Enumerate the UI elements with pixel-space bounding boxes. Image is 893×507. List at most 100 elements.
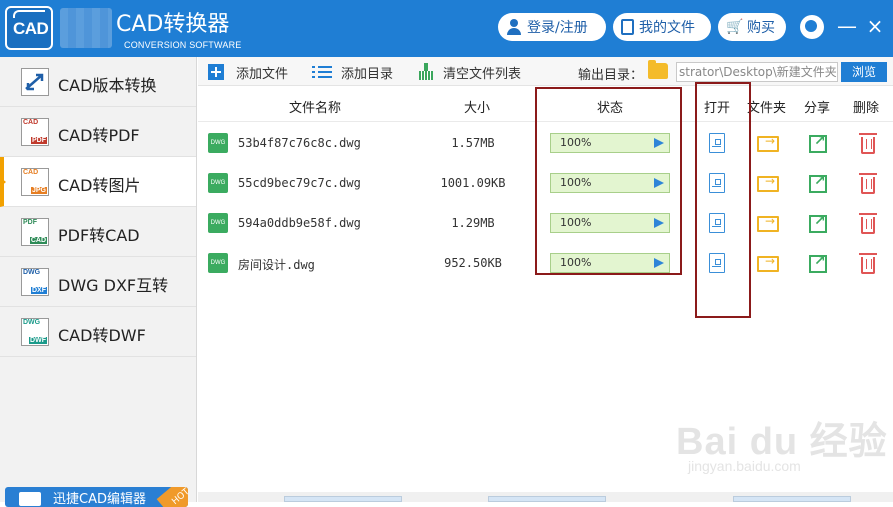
file-size: 1.29MB (451, 216, 495, 230)
promo-text: 迅捷CAD编辑器 (53, 492, 146, 507)
bottom-settings-bar (198, 492, 893, 502)
app-title: CAD转换器 (116, 12, 230, 37)
output-dir-label: 输出目录： (578, 68, 644, 83)
dwg-file-icon: DWG (208, 173, 228, 193)
cart-icon: 🛒 (726, 19, 744, 35)
icon-top-text: CAD (23, 119, 39, 126)
add-directory-label: 添加目录 (341, 66, 394, 82)
open-highlight-box (695, 82, 751, 318)
column-share: 分享 (804, 101, 831, 116)
toolbar: 添加文件 添加目录 清空文件列表 输出目录： strator\Desktop\新… (198, 57, 893, 86)
open-folder-icon[interactable] (757, 174, 779, 192)
sidebar-item-cad-version[interactable]: CAD版本转换 (0, 57, 196, 107)
watermark-main: Bai du 经验 (676, 421, 888, 463)
file-name: 55cd9bec79c7c.dwg (238, 176, 361, 190)
blurred-logo-area (60, 8, 112, 48)
sidebar-item-label: PDF转CAD (58, 226, 140, 245)
pdf-to-cad-icon: PDF CAD (21, 218, 49, 246)
share-icon[interactable] (809, 213, 827, 233)
clear-list-button[interactable]: 清空文件列表 (418, 62, 521, 82)
language-globe-icon[interactable] (800, 15, 824, 39)
add-file-button[interactable]: 添加文件 (208, 62, 288, 82)
status-highlight-box (535, 87, 682, 275)
cad-to-pdf-icon: CAD PDF (21, 118, 49, 146)
file-size: 1001.09KB (440, 176, 506, 190)
column-size: 大小 (464, 101, 491, 116)
column-folder: 文件夹 (747, 101, 787, 116)
open-folder-icon[interactable] (757, 214, 779, 232)
cad-to-dwf-icon: DWG DWF (21, 318, 49, 346)
share-icon[interactable] (809, 173, 827, 193)
broom-icon (418, 63, 434, 81)
column-delete: 删除 (853, 101, 880, 116)
dwg-dxf-icon: DWG DXF (21, 268, 49, 296)
file-name: 房间设计.dwg (238, 258, 315, 272)
buy-label: 购买 (747, 20, 775, 36)
baidu-watermark: Bai du 经验 jingyan.baidu.com (676, 410, 888, 474)
user-icon (506, 19, 522, 35)
title-bar: CAD CAD转换器 CONVERSION SOFTWARE 登录/注册 我的文… (0, 0, 893, 57)
sidebar-item-cad-to-pdf[interactable]: CAD PDF CAD转PDF (0, 107, 196, 157)
share-icon[interactable] (809, 253, 827, 273)
hot-badge: HOT (156, 487, 188, 507)
icon-bottom-text: CAD (29, 237, 47, 244)
login-button[interactable]: 登录/注册 (498, 13, 606, 41)
close-button[interactable]: × (864, 12, 886, 40)
file-size: 952.50KB (444, 256, 502, 270)
app-subtitle: CONVERSION SOFTWARE (124, 40, 242, 50)
sidebar: CAD版本转换 CAD PDF CAD转PDF CAD JPG CAD转图片 P… (0, 57, 197, 507)
clear-list-label: 清空文件列表 (443, 66, 522, 82)
logo-arrow-icon (13, 10, 45, 18)
delete-icon[interactable] (859, 253, 877, 274)
file-name: 53b4f87c76c8c.dwg (238, 136, 361, 150)
share-icon[interactable] (809, 133, 827, 153)
cad-version-icon (21, 68, 49, 96)
sidebar-item-cad-to-image[interactable]: CAD JPG CAD转图片 (0, 157, 196, 207)
file-name: 594a0ddb9e58f.dwg (238, 216, 361, 230)
buy-button[interactable]: 🛒 购买 (718, 13, 786, 41)
browse-button[interactable]: 浏览 (841, 62, 887, 82)
icon-bottom-text: JPG (30, 187, 47, 194)
open-folder-icon[interactable] (757, 134, 779, 152)
sidebar-item-cad-to-dwf[interactable]: DWG DWF CAD转DWF (0, 307, 196, 357)
icon-bottom-text: PDF (31, 137, 47, 144)
output-path-field[interactable]: strator\Desktop\新建文件夹 (676, 62, 838, 82)
delete-icon[interactable] (859, 133, 877, 154)
sidebar-item-pdf-to-cad[interactable]: PDF CAD PDF转CAD (0, 207, 196, 257)
icon-bottom-text: DWF (29, 337, 47, 344)
setting-dropdown[interactable] (488, 496, 606, 502)
list-icon (312, 65, 332, 79)
icon-top-text: DWG (23, 319, 41, 326)
dwg-file-icon: DWG (208, 213, 228, 233)
monitor-icon (19, 492, 41, 506)
my-files-button[interactable]: 我的文件 (613, 13, 711, 41)
sidebar-item-dwg-dxf[interactable]: DWG DXF DWG DXF互转 (0, 257, 196, 307)
file-size: 1.57MB (451, 136, 495, 150)
open-folder-icon[interactable] (757, 254, 779, 272)
plus-icon (208, 64, 224, 80)
logo-text: CAD (13, 19, 49, 38)
setting-dropdown[interactable] (733, 496, 851, 502)
promo-banner[interactable]: 迅捷CAD编辑器 HOT (5, 487, 188, 507)
delete-icon[interactable] (859, 173, 877, 194)
sidebar-item-label: DWG DXF互转 (58, 276, 169, 295)
icon-top-text: CAD (23, 169, 39, 176)
delete-icon[interactable] (859, 213, 877, 234)
cad-to-image-icon: CAD JPG (21, 168, 49, 196)
watermark-sub: jingyan.baidu.com (688, 458, 801, 474)
column-name: 文件名称 (289, 101, 342, 116)
icon-bottom-text: DXF (31, 287, 47, 294)
sidebar-item-label: CAD转DWF (58, 326, 146, 345)
minimize-button[interactable]: — (836, 12, 858, 40)
folder-icon[interactable] (648, 60, 668, 79)
add-directory-button[interactable]: 添加目录 (312, 62, 393, 82)
add-file-label: 添加文件 (236, 66, 289, 82)
my-files-label: 我的文件 (639, 20, 695, 36)
login-label: 登录/注册 (527, 20, 588, 36)
dwg-file-icon: DWG (208, 253, 228, 273)
dwg-file-icon: DWG (208, 133, 228, 153)
icon-top-text: PDF (23, 219, 37, 226)
icon-top-text: DWG (23, 269, 41, 276)
file-icon (621, 19, 634, 35)
setting-dropdown[interactable] (284, 496, 402, 502)
